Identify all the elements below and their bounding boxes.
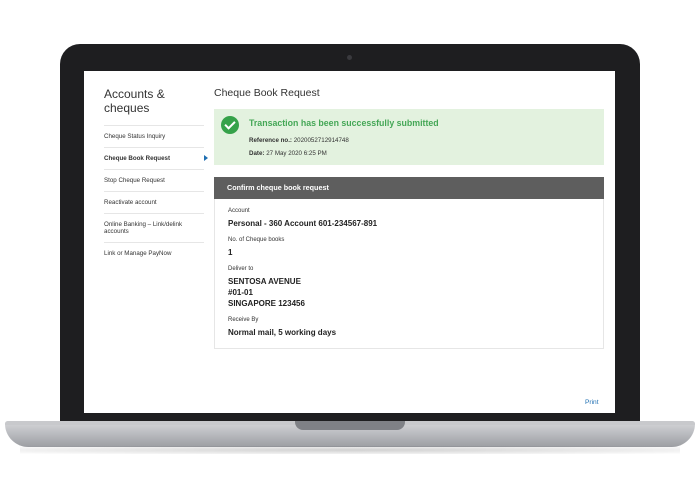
receive-label: Receive By bbox=[228, 317, 259, 323]
sidebar-item-cheque-book-request[interactable]: Cheque Book Request bbox=[104, 147, 208, 169]
sidebar-item-label: Reactivate account bbox=[104, 199, 157, 206]
screen: Accounts & cheques Cheque Status Inquiry… bbox=[84, 71, 615, 413]
triangle-right-icon bbox=[204, 155, 208, 161]
print-link[interactable]: Print bbox=[585, 399, 599, 406]
receive-value: Normal mail, 5 working days bbox=[228, 328, 337, 337]
deliver-line-3: SINGAPORE 123456 bbox=[228, 299, 305, 308]
sidebar-title: Accounts & cheques bbox=[104, 87, 165, 115]
sidebar: Accounts & cheques Cheque Status Inquiry… bbox=[104, 87, 208, 264]
sidebar-item-label: Cheque Status Inquiry bbox=[104, 133, 166, 140]
sidebar-item-label: Cheque Book Request bbox=[104, 155, 171, 162]
account-label: Account bbox=[228, 208, 250, 214]
deliver-line-2: #01-01 bbox=[228, 288, 253, 297]
reference-line: Reference no.: 2020052712914748 bbox=[249, 137, 349, 144]
success-banner: Transaction has been successfully submit… bbox=[214, 109, 604, 165]
confirm-header: Confirm cheque book request bbox=[214, 177, 604, 199]
deliver-address: SENTOSA AVENUE #01-01 SINGAPORE 123456 bbox=[228, 276, 590, 309]
account-value: Personal - 360 Account 601-234567-891 bbox=[228, 219, 378, 228]
success-message: Transaction has been successfully submit… bbox=[249, 118, 439, 128]
reference-label: Reference no.: bbox=[249, 137, 292, 144]
laptop-notch bbox=[295, 421, 405, 430]
sidebar-item-stop-cheque[interactable]: Stop Cheque Request bbox=[104, 169, 204, 191]
page-title: Cheque Book Request bbox=[214, 87, 320, 99]
date-label: Date: bbox=[249, 150, 265, 157]
laptop-shadow bbox=[20, 446, 680, 454]
sidebar-item-link-delink[interactable]: Online Banking – Link/delink accounts bbox=[104, 213, 204, 242]
confirm-panel: Account Personal - 360 Account 601-23456… bbox=[214, 199, 604, 349]
camera-dot bbox=[347, 55, 352, 60]
sidebar-item-label: Link or Manage PayNow bbox=[104, 250, 172, 257]
sidebar-item-label: Stop Cheque Request bbox=[104, 177, 165, 184]
sidebar-item-label: Online Banking – Link/delink accounts bbox=[104, 221, 183, 235]
reference-value: 2020052712914748 bbox=[293, 137, 349, 144]
sidebar-item-cheque-status[interactable]: Cheque Status Inquiry bbox=[104, 125, 204, 147]
deliver-line-1: SENTOSA AVENUE bbox=[228, 277, 301, 286]
sidebar-item-reactivate[interactable]: Reactivate account bbox=[104, 191, 204, 213]
date-value: 27 May 2020 6:25 PM bbox=[266, 150, 327, 157]
deliver-label: Deliver to bbox=[228, 266, 254, 272]
books-value: 1 bbox=[228, 248, 233, 257]
books-label: No. of Cheque books bbox=[228, 237, 285, 243]
sidebar-item-paynow[interactable]: Link or Manage PayNow bbox=[104, 242, 204, 264]
check-circle-icon bbox=[221, 116, 239, 134]
date-line: Date: 27 May 2020 6:25 PM bbox=[249, 150, 327, 157]
main-content: Cheque Book Request Transaction has been… bbox=[214, 87, 604, 349]
